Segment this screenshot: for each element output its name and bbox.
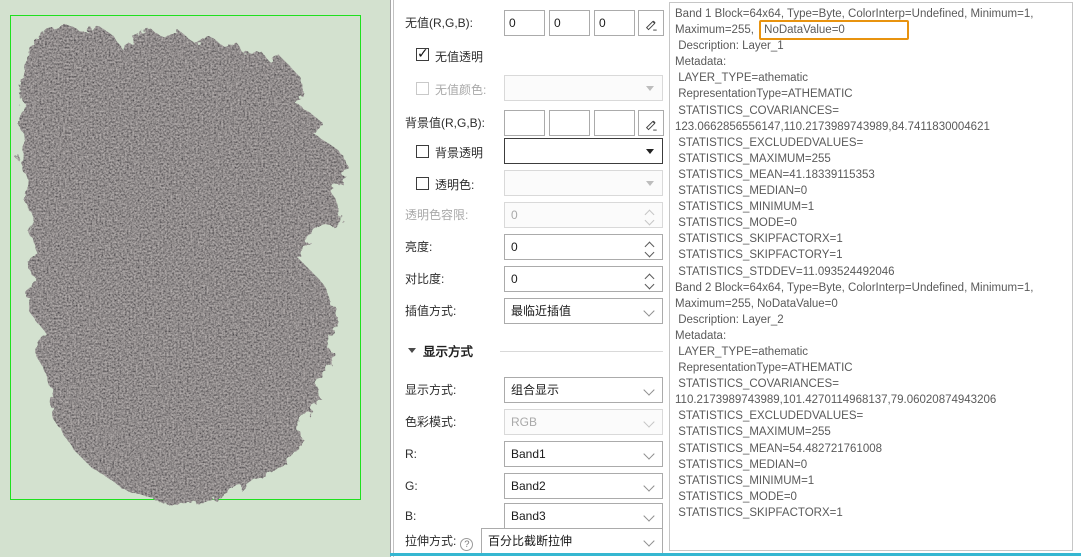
band-r-dropdown[interactable]: Band1 bbox=[504, 441, 663, 467]
metadata-line: STATISTICS_COVARIANCES= bbox=[675, 103, 1072, 119]
dropdown-arrow-icon bbox=[646, 149, 654, 154]
band-g-dropdown[interactable]: Band2 bbox=[504, 473, 663, 499]
no-value-r-input[interactable] bbox=[504, 10, 545, 36]
background-transparent-checkbox[interactable] bbox=[416, 145, 429, 158]
metadata-line: Metadata: bbox=[675, 328, 1072, 344]
metadata-line: STATISTICS_MODE=0 bbox=[675, 215, 1072, 231]
display-mode-label: 显示方式: bbox=[405, 377, 456, 403]
section-collapse-icon[interactable] bbox=[408, 348, 416, 353]
no-value-label: 无值(R,G,B): bbox=[405, 10, 473, 36]
transparent-color-checkbox[interactable] bbox=[416, 177, 429, 190]
pencil-icon bbox=[644, 118, 658, 132]
brightness-label: 亮度: bbox=[405, 234, 432, 260]
no-value-transparent-checkbox[interactable]: ✓ bbox=[416, 48, 429, 61]
nodata-highlight-box: NoDataValue=0 bbox=[759, 20, 909, 40]
raster-properties-panel: 无值(R,G,B): ✓ 无值透明 无值颜色: 背景值(R,G,B): bbox=[394, 0, 669, 557]
metadata-line: Band 2 Block=64x64, Type=Byte, ColorInte… bbox=[675, 280, 1072, 296]
metadata-line: 110.2173989743989,101.4270114968137,79.0… bbox=[675, 392, 1072, 408]
contrast-spinner[interactable]: 0 bbox=[504, 266, 663, 292]
interpolation-label: 插值方式: bbox=[405, 298, 456, 324]
transparent-color-dropdown[interactable] bbox=[504, 170, 663, 196]
metadata-line: STATISTICS_SKIPFACTORX=1 bbox=[675, 231, 1072, 247]
map-viewport[interactable] bbox=[0, 0, 390, 557]
metadata-line: LAYER_TYPE=athematic bbox=[675, 70, 1072, 86]
bottom-accent-bar bbox=[390, 553, 1081, 556]
stretch-dropdown[interactable]: 百分比截断拉伸 bbox=[481, 528, 663, 554]
panel-splitter[interactable] bbox=[390, 0, 391, 557]
color-mode-label: 色彩模式: bbox=[405, 409, 456, 435]
background-g-input[interactable] bbox=[549, 110, 590, 136]
no-value-color-label: 无值颜色: bbox=[435, 81, 486, 98]
metadata-line: STATISTICS_MEAN=41.18339115353 bbox=[675, 167, 1072, 183]
metadata-line: STATISTICS_MEDIAN=0 bbox=[675, 183, 1072, 199]
no-value-g-input[interactable] bbox=[549, 10, 590, 36]
raster-preview-image bbox=[0, 0, 390, 557]
display-mode-dropdown[interactable]: 组合显示 bbox=[504, 377, 663, 403]
background-r-input[interactable] bbox=[504, 110, 545, 136]
band-b-label: B: bbox=[405, 503, 416, 529]
dropdown-arrow-icon bbox=[646, 86, 654, 91]
background-color-dropdown[interactable] bbox=[504, 138, 663, 164]
contrast-label: 对比度: bbox=[405, 266, 444, 292]
brightness-spinner[interactable]: 0 bbox=[504, 234, 663, 260]
metadata-line: Maximum=255, NoDataValue=0 bbox=[675, 296, 1072, 312]
metadata-line: STATISTICS_SKIPFACTORY=1 bbox=[675, 247, 1072, 263]
band-g-label: G: bbox=[405, 473, 418, 499]
no-value-b-input[interactable] bbox=[594, 10, 635, 36]
no-value-transparent-label: 无值透明 bbox=[435, 48, 483, 65]
metadata-line: LAYER_TYPE=athematic bbox=[675, 344, 1072, 360]
band-metadata-text[interactable]: Band 1 Block=64x64, Type=Byte, ColorInte… bbox=[669, 2, 1073, 551]
metadata-line: Maximum=255, NoDataValue=0 bbox=[675, 22, 1072, 38]
stretch-label: 拉伸方式: bbox=[405, 534, 456, 548]
help-icon[interactable]: ? bbox=[460, 538, 473, 551]
metadata-line: RepresentationType=ATHEMATIC bbox=[675, 86, 1072, 102]
no-value-pick-button[interactable] bbox=[638, 10, 664, 36]
check-icon: ✓ bbox=[417, 45, 429, 62]
tolerance-spinner[interactable]: 0 bbox=[504, 202, 663, 228]
metadata-line: 123.0662856556147,110.2173989743989,84.7… bbox=[675, 119, 1072, 135]
metadata-line: STATISTICS_EXCLUDEDVALUES= bbox=[675, 135, 1072, 151]
tolerance-label: 透明色容限: bbox=[405, 202, 468, 228]
metadata-line: Description: Layer_2 bbox=[675, 312, 1072, 328]
metadata-line: STATISTICS_MEDIAN=0 bbox=[675, 457, 1072, 473]
band-b-dropdown[interactable]: Band3 bbox=[504, 503, 663, 529]
pencil-icon bbox=[644, 18, 658, 32]
no-value-color-checkbox[interactable] bbox=[416, 82, 429, 95]
background-b-input[interactable] bbox=[594, 110, 635, 136]
metadata-line: STATISTICS_MINIMUM=1 bbox=[675, 199, 1072, 215]
background-pick-button[interactable] bbox=[638, 110, 664, 136]
raster-region-shape bbox=[14, 20, 346, 502]
section-divider bbox=[500, 351, 663, 352]
metadata-line: STATISTICS_MODE=0 bbox=[675, 489, 1072, 505]
metadata-line: Description: Layer_1 bbox=[675, 38, 1072, 54]
metadata-line: STATISTICS_STDDEV=11.093524492046 bbox=[675, 264, 1072, 280]
no-value-transparent-row: ✓ 无值透明 bbox=[394, 48, 669, 64]
display-section-header[interactable]: 显示方式 bbox=[423, 341, 473, 360]
interpolation-dropdown[interactable]: 最临近插值 bbox=[504, 298, 663, 324]
metadata-line: STATISTICS_SKIPFACTORX=1 bbox=[675, 505, 1072, 521]
metadata-line: STATISTICS_COVARIANCES= bbox=[675, 376, 1072, 392]
metadata-line: STATISTICS_MAXIMUM=255 bbox=[675, 424, 1072, 440]
background-transparent-label: 背景透明 bbox=[435, 144, 483, 161]
no-value-color-dropdown[interactable] bbox=[504, 75, 663, 101]
metadata-line: Metadata: bbox=[675, 54, 1072, 70]
transparent-color-label: 透明色: bbox=[435, 176, 474, 193]
band-r-label: R: bbox=[405, 441, 417, 467]
color-mode-dropdown[interactable]: RGB bbox=[504, 409, 663, 435]
metadata-line: STATISTICS_MEAN=54.482721761008 bbox=[675, 441, 1072, 457]
dropdown-arrow-icon bbox=[646, 181, 654, 186]
metadata-line: STATISTICS_MAXIMUM=255 bbox=[675, 151, 1072, 167]
metadata-line: STATISTICS_MINIMUM=1 bbox=[675, 473, 1072, 489]
metadata-line: STATISTICS_EXCLUDEDVALUES= bbox=[675, 408, 1072, 424]
background-value-label: 背景值(R,G,B): bbox=[405, 110, 485, 136]
metadata-line: RepresentationType=ATHEMATIC bbox=[675, 360, 1072, 376]
